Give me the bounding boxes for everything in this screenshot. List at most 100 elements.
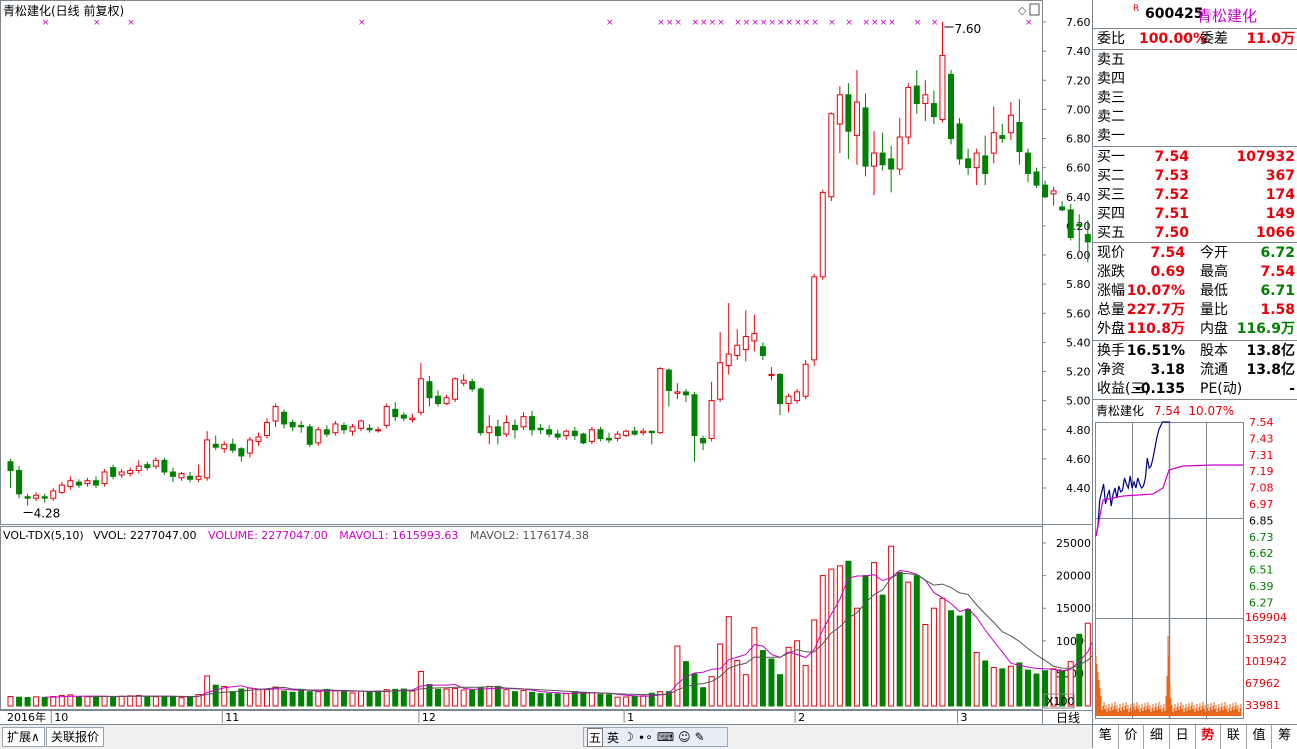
candle-up <box>443 397 450 405</box>
candle-down <box>435 395 441 405</box>
volume-bar-down <box>340 690 347 707</box>
volume-bar-down <box>700 687 707 707</box>
candle-down <box>546 429 553 435</box>
volume-bar-up <box>614 696 621 707</box>
signal-marker: × <box>880 18 888 28</box>
volume-bar-down <box>400 688 407 707</box>
volume-bar-up <box>871 562 878 707</box>
candle-down <box>281 411 288 425</box>
intraday-chart[interactable]: 7.54 7.43 7.31 7.19 7.08 6.97 6.85 6.73 6.62 6.51… <box>1093 418 1297 723</box>
svg-text:VOL-TDX(5,10) VVOL: 227704: VOL-TDX(5,10) VVOL: 2277047.00 VOLUME: 2… <box>3 529 589 542</box>
volume-bar-down <box>229 691 236 707</box>
signal-marker: × <box>93 18 101 28</box>
candle-down <box>1016 121 1023 153</box>
expand-tab[interactable]: 扩展∧ <box>2 727 45 747</box>
volume-bar-up <box>255 689 262 707</box>
volume-bar-down <box>759 650 766 707</box>
signal-marker: × <box>734 18 742 28</box>
signal-marker: × <box>709 18 717 28</box>
panel-tab-1[interactable]: 价 <box>1119 725 1145 749</box>
candle-up <box>1050 190 1057 195</box>
moon-icon[interactable]: ☽ <box>623 730 634 744</box>
volume-axis: 250002000015000100005000 <box>1042 537 1091 680</box>
candle-down <box>306 426 313 445</box>
panel-toggle-icon[interactable] <box>1029 3 1040 16</box>
volume-bar-down <box>648 692 655 707</box>
price-tick: 4.60 <box>1066 453 1091 466</box>
volume-bar-up <box>520 689 527 707</box>
intraday-price-tick: 7.31 <box>1249 449 1274 462</box>
volume-bar-down <box>469 689 476 707</box>
candle-down <box>229 443 236 451</box>
volume-bar-down <box>16 696 23 707</box>
candle-up <box>417 378 424 413</box>
stock-code: 600425 <box>1145 6 1204 22</box>
signal-marker: × <box>845 18 853 28</box>
kline-chart[interactable]: 青松建化(日线 前复权) × × × × × × × × × × × × × × × × × × × × × × × × × × ×… <box>0 0 1092 748</box>
panel-tabs: 笔价细日势联值筹 <box>1093 724 1297 749</box>
panel-tab-2[interactable]: 细 <box>1144 725 1170 749</box>
volume-bar-up <box>811 619 818 707</box>
intraday-price-tick: 7.54 <box>1249 418 1274 429</box>
candle-down <box>777 373 783 405</box>
ime-mode-wubi[interactable]: 五 <box>587 727 604 747</box>
candle-up <box>794 391 801 402</box>
volume-bar-down <box>477 687 484 707</box>
panel-tab-7[interactable]: 筹 <box>1272 725 1297 749</box>
price-tick: 7.20 <box>1066 74 1091 87</box>
intraday-volume-tick: 33981 <box>1245 699 1280 712</box>
volume-bar-up <box>101 695 108 707</box>
ime-mode-english[interactable]: 英 <box>607 729 619 746</box>
quote-row: 外盘 110.8万 内盘 116.9万 <box>1097 321 1295 337</box>
date-tick: 10 <box>54 711 68 724</box>
panel-tab-3[interactable]: 日 <box>1170 725 1196 749</box>
asks-row: 卖四 <box>1097 71 1125 87</box>
volume-bar-up <box>674 645 681 707</box>
candle-down <box>913 85 920 105</box>
related-quotes-tab[interactable]: 关联报价 <box>46 727 105 747</box>
panel-tab-5[interactable]: 联 <box>1221 725 1247 749</box>
price-tick: 5.20 <box>1066 366 1091 379</box>
panel-tab-4[interactable]: 势 <box>1196 725 1222 749</box>
candle-up <box>383 405 390 426</box>
keyboard-icon[interactable]: ⌨ <box>657 730 674 744</box>
intraday-price-tick: 7.19 <box>1249 465 1274 478</box>
candle-up <box>836 94 843 125</box>
signal-marker: × <box>692 18 700 28</box>
volume-bar-down <box>896 571 903 707</box>
price-tick: 6.40 <box>1066 191 1091 204</box>
date-tick: 1 <box>627 711 634 724</box>
panel-tab-0[interactable]: 笔 <box>1093 725 1119 749</box>
intraday-price-tick: 6.27 <box>1249 596 1274 609</box>
candle-down <box>665 369 672 391</box>
panel-tab-6[interactable]: 值 <box>1247 725 1273 749</box>
candle-up <box>58 484 65 493</box>
diamond-icon[interactable]: ◇ <box>1018 4 1027 17</box>
volume-bar-down <box>768 658 775 707</box>
candle-down <box>298 424 305 428</box>
price-tick: 7.40 <box>1066 45 1091 58</box>
candle-up <box>785 395 792 405</box>
punctuation-icon[interactable]: ∙∘ <box>638 730 653 744</box>
bids-row: 买一 7.54 107932 <box>1097 149 1295 165</box>
chart-title: 青松建化(日线 前复权) <box>3 3 124 18</box>
candle-up <box>674 391 681 394</box>
volume-bar-down <box>537 693 544 707</box>
candle-down <box>7 461 14 472</box>
volume-bar-down <box>75 696 82 707</box>
volume-bar-down <box>392 688 399 707</box>
candle-down <box>366 427 373 431</box>
user-icon[interactable]: ☺ <box>678 730 691 744</box>
signal-marker: × <box>803 18 811 28</box>
candle-up <box>717 362 724 400</box>
volume-bar-down <box>948 610 954 707</box>
volume-bar-up <box>751 627 758 707</box>
volume-bar-up <box>503 689 510 707</box>
price-axis: 7.607.407.207.006.806.606.406.206.005.80… <box>1042 16 1091 495</box>
signal-marker: × <box>828 18 836 28</box>
volume-tick: 20000 <box>1056 570 1091 583</box>
candle-up <box>734 344 741 356</box>
candle-down <box>862 107 869 167</box>
period-label[interactable]: 日线 <box>1056 711 1080 725</box>
settings-icon[interactable]: ✎ <box>695 730 705 744</box>
